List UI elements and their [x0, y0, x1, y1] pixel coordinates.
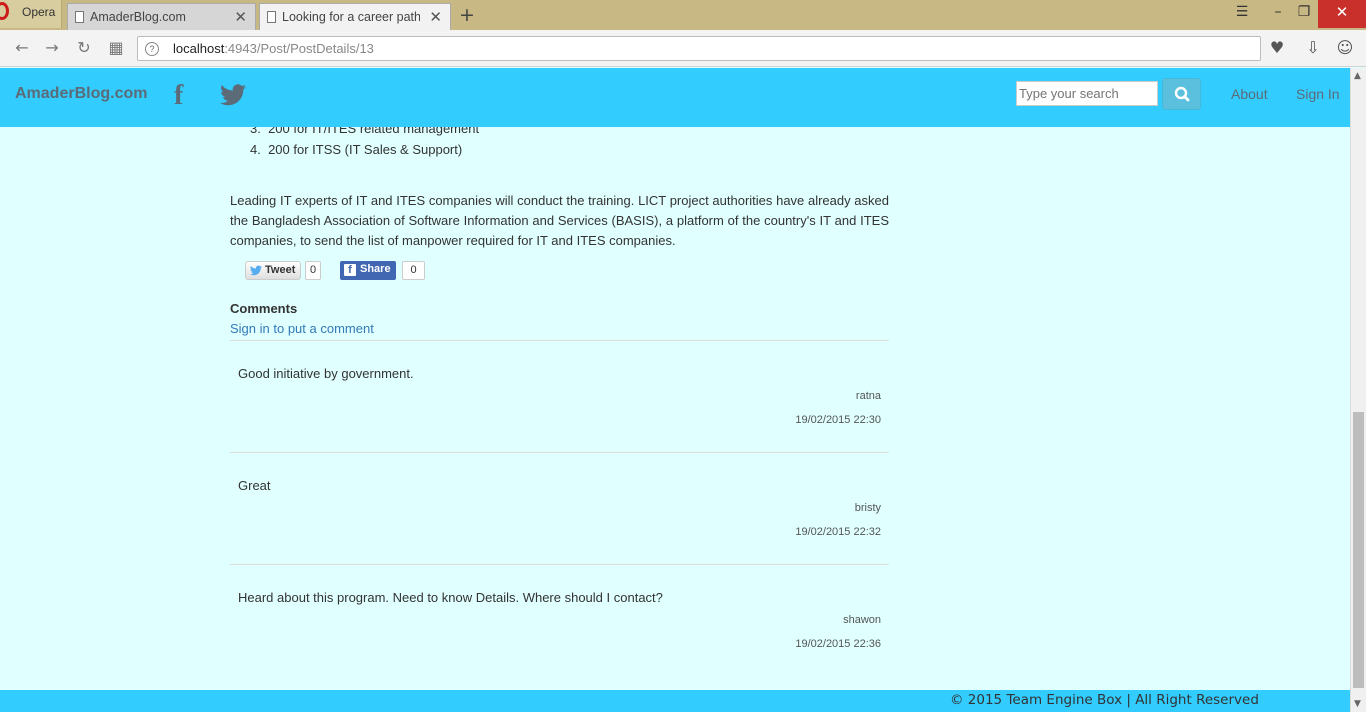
- tab-title: AmaderBlog.com: [90, 10, 186, 24]
- comment-author: shawon: [843, 614, 881, 626]
- comment-item: Great bristy 19/02/2015 22:32: [230, 453, 889, 565]
- url-text: localhost:4943/Post/PostDetails/13: [173, 41, 374, 56]
- account-icon[interactable]: ☺: [1333, 36, 1357, 60]
- stash-heart-icon[interactable]: ♥: [1265, 36, 1289, 60]
- footer-copyright: © 2015 Team Engine Box | All Right Reser…: [950, 692, 1259, 708]
- site-navbar: AmaderBlog.com f About Sign In: [0, 68, 1350, 127]
- tweet-count: 0: [305, 261, 321, 280]
- facebook-f-icon: f: [344, 264, 356, 276]
- browser-tab-amaderblog[interactable]: AmaderBlog.com ✕: [67, 3, 256, 30]
- comment-author: bristy: [854, 502, 881, 514]
- browser-tab-post[interactable]: Looking for a career path i ✕: [259, 3, 451, 30]
- tab-menu-icon[interactable]: ☰: [1228, 0, 1256, 28]
- opera-logo-icon: [0, 2, 9, 20]
- comment-text: Heard about this program. Need to know D…: [238, 590, 663, 605]
- comment-date: 19/02/2015 22:32: [795, 526, 881, 538]
- tab-title: Looking for a career path i: [282, 10, 420, 24]
- search-button[interactable]: [1162, 78, 1201, 110]
- comment-date: 19/02/2015 22:36: [795, 638, 881, 650]
- search-input[interactable]: [1016, 81, 1158, 106]
- nav-signin-link[interactable]: Sign In: [1296, 86, 1340, 102]
- scrollbar-thumb[interactable]: [1353, 412, 1364, 688]
- twitter-bird-icon: [250, 265, 262, 276]
- scroll-up-arrow-icon[interactable]: ▲: [1354, 71, 1361, 81]
- comments-heading: Comments: [230, 301, 298, 316]
- comment-text: Good initiative by government.: [238, 366, 414, 381]
- signin-to-comment-link[interactable]: Sign in to put a comment: [230, 321, 374, 336]
- site-info-icon[interactable]: ?: [145, 42, 159, 56]
- site-footer: © 2015 Team Engine Box | All Right Reser…: [0, 690, 1350, 712]
- scroll-down-arrow-icon[interactable]: ▼: [1354, 699, 1361, 709]
- new-tab-button[interactable]: +: [459, 4, 475, 26]
- page-viewport: AmaderBlog.com f About Sign In 3. 200 fo…: [0, 68, 1350, 712]
- comment-text: Great: [238, 478, 271, 493]
- close-window-button[interactable]: ✕: [1318, 0, 1366, 28]
- share-count: 0: [402, 261, 425, 280]
- page-scrollbar[interactable]: ▲ ▼: [1350, 68, 1366, 712]
- comment-author: ratna: [855, 390, 881, 402]
- back-arrow-icon[interactable]: ←: [10, 36, 34, 60]
- page-icon: [75, 11, 84, 23]
- close-tab-icon[interactable]: ✕: [234, 8, 247, 26]
- address-bar: ← → ↻ ▦ ? localhost:4943/Post/PostDetail…: [0, 30, 1366, 67]
- post-paragraph: Leading IT experts of IT and ITES compan…: [230, 193, 889, 248]
- opera-menu-label: Opera: [22, 5, 56, 19]
- forward-arrow-icon[interactable]: →: [40, 36, 64, 60]
- tweet-label: Tweet: [265, 264, 296, 276]
- facebook-share-button[interactable]: f Share: [340, 261, 396, 280]
- list-item: 4. 200 for ITSS (IT Sales & Support): [250, 142, 463, 157]
- comment-item: Good initiative by government. ratna 19/…: [230, 341, 889, 453]
- url-input[interactable]: ? localhost:4943/Post/PostDetails/13: [137, 36, 1261, 61]
- nav-about-link[interactable]: About: [1231, 86, 1268, 102]
- share-label: Share: [360, 263, 391, 275]
- close-tab-icon[interactable]: ✕: [429, 8, 442, 26]
- minimize-button[interactable]: –: [1264, 0, 1292, 28]
- download-icon[interactable]: ⇩: [1301, 36, 1325, 60]
- reload-icon[interactable]: ↻: [72, 36, 96, 60]
- browser-tab-bar: Opera AmaderBlog.com ✕ Looking for a car…: [0, 0, 1366, 30]
- page-icon: [267, 11, 276, 23]
- site-brand-link[interactable]: AmaderBlog.com: [15, 85, 147, 103]
- search-icon: [1174, 86, 1190, 102]
- speed-dial-grid-icon[interactable]: ▦: [104, 36, 128, 60]
- facebook-icon[interactable]: f: [174, 80, 183, 112]
- twitter-icon[interactable]: [220, 84, 246, 106]
- restore-button[interactable]: ❐: [1290, 0, 1318, 28]
- opera-menu-button[interactable]: Opera: [0, 0, 62, 28]
- comment-item: Heard about this program. Need to know D…: [230, 565, 889, 677]
- tweet-button[interactable]: Tweet: [245, 261, 301, 280]
- comment-date: 19/02/2015 22:30: [795, 414, 881, 426]
